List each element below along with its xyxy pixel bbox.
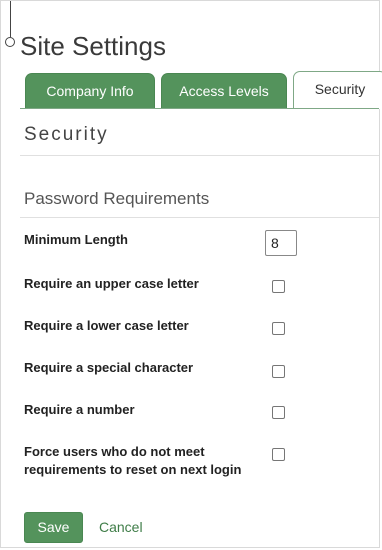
tree-connector-line (10, 1, 11, 37)
force-reset-label: Force users who do not meet requirements… (24, 444, 242, 477)
special-character-label: Require a special character (24, 360, 194, 375)
password-requirements-heading: Password Requirements (24, 189, 210, 208)
save-button[interactable]: Save (24, 512, 83, 543)
section-divider (20, 155, 379, 156)
page-title: Site Settings (20, 31, 166, 61)
tab-baseline-divider (20, 108, 379, 109)
section-title: Security (24, 124, 109, 145)
upper-case-label: Require an upper case letter (24, 276, 199, 291)
lower-case-checkbox[interactable] (272, 322, 285, 335)
force-reset-checkbox[interactable] (272, 448, 285, 461)
settings-panel: Site Settings Company Info Access Levels… (0, 0, 382, 548)
special-character-checkbox[interactable] (272, 365, 285, 378)
cancel-link[interactable]: Cancel (99, 518, 143, 536)
minimum-length-label: Minimum Length (24, 232, 128, 247)
tab-access-levels[interactable]: Access Levels (161, 73, 287, 109)
settings-tabs: Company Info Access Levels Security (25, 71, 382, 109)
minimum-length-input[interactable] (265, 230, 297, 256)
tab-security[interactable]: Security (293, 71, 382, 109)
tree-node-icon (5, 37, 15, 47)
upper-case-checkbox[interactable] (272, 280, 285, 293)
number-checkbox[interactable] (272, 406, 285, 419)
number-label: Require a number (24, 402, 135, 417)
subsection-divider (20, 217, 379, 218)
tab-company-info[interactable]: Company Info (25, 73, 155, 109)
lower-case-label: Require a lower case letter (24, 318, 189, 333)
